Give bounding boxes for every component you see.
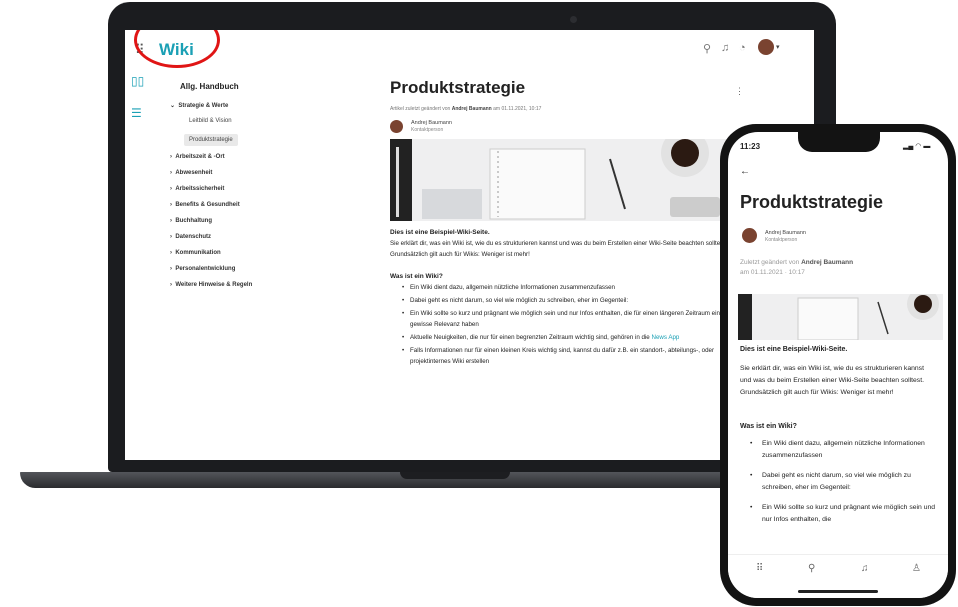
author-avatar — [742, 228, 757, 243]
list-item: Aktuelle Neuigkeiten, die nur für einen … — [402, 332, 732, 343]
sidebar-item[interactable]: › Benefits & Gesundheit — [170, 202, 240, 208]
top-bar: ⠿ Wiki ⚲ ♫ ◔ ▾ — [125, 30, 814, 66]
article-meta: Artikel zuletzt geändert von Andrej Baum… — [390, 106, 542, 112]
status-icons: ▂▄ ◠ ▬ — [903, 143, 931, 150]
sidebar-title: Allg. Handbuch — [180, 82, 239, 91]
status-time: 11:23 — [740, 142, 761, 151]
sidebar-subitem-leitbild[interactable]: Leitbild & Vision — [189, 118, 232, 124]
sidebar-item-strategie[interactable]: ⌄ Strategie & Werte — [170, 102, 228, 109]
sidebar-item-label: Arbeitssicherheit — [175, 186, 225, 192]
sidebar-item[interactable]: › Datenschutz — [170, 234, 211, 240]
hero-image — [390, 139, 730, 221]
phone-notch — [798, 132, 880, 152]
phone-meta: Zuletzt geändert von Andrej Baumann am 01… — [740, 259, 854, 276]
list-item: Ein Wiki dient dazu, allgemein nützliche… — [402, 282, 732, 293]
sidebar-item[interactable]: › Arbeitszeit & -Ort — [170, 154, 225, 160]
desk-illustration — [390, 139, 720, 221]
sidebar-item-label: Abwesenheit — [175, 170, 213, 176]
sidebar-item-label: Weitere Hinweise & Regeln — [175, 282, 253, 288]
sidebar-item[interactable]: › Kommunikation — [170, 250, 221, 256]
marketing-scene: ⠿ Wiki ⚲ ♫ ◔ ▾ ▯▯ ☰ Allg. Handbuch ⌄ Str… — [0, 0, 958, 607]
home-grid-icon[interactable]: ⠿ — [756, 563, 763, 574]
sidebar-item-label: Buchhaltung — [175, 218, 213, 224]
author-role: Kontaktperson — [411, 127, 444, 133]
author-name: Andrej Baumann — [765, 229, 806, 236]
desk-illustration — [738, 294, 939, 340]
sidebar-item[interactable]: › Personalentwicklung — [170, 266, 235, 272]
list-item: Dabei geht es nicht darum, so viel wie m… — [740, 470, 936, 494]
list-item: Falls Informationen nur für einen kleine… — [402, 345, 732, 367]
person-icon[interactable]: ♙ — [912, 563, 921, 574]
sidebar-item-label: Datenschutz — [175, 234, 212, 240]
sidebar-item[interactable]: › Buchhaltung — [170, 218, 212, 224]
chevron-down-icon[interactable]: ▾ — [776, 43, 780, 51]
list-item: Dabei geht es nicht darum, so viel wie m… — [402, 295, 732, 306]
phone-article: Dies ist eine Beispiel-Wiki-Seite. Sie e… — [740, 346, 936, 526]
sidebar-item-label: Kommunikation — [175, 250, 221, 256]
sidebar-subitem-produktstrategie[interactable]: Produktstrategie — [184, 134, 238, 146]
bell-icon[interactable]: ♫ — [721, 42, 729, 54]
author-avatar — [390, 119, 403, 133]
phone-screen: 11:23 ▂▄ ◠ ▬ ← Produktstrategie Andrej B… — [728, 132, 948, 598]
intro-heading: Dies ist eine Beispiel-Wiki-Seite. — [740, 346, 848, 353]
sidebar-item-label: Benefits & Gesundheit — [175, 202, 240, 208]
intro-text: Sie erklärt dir, was ein Wiki ist, wie d… — [740, 365, 924, 396]
author-name: Andrej Baumann — [411, 120, 452, 126]
list-item: Ein Wiki sollte so kurz und prägnant wie… — [402, 308, 732, 330]
sidebar-item-label: Arbeitszeit & -Ort — [175, 154, 225, 160]
camera — [570, 16, 577, 23]
book-icon[interactable]: ▯▯ — [131, 74, 144, 88]
phone-contact-person[interactable]: Andrej Baumann Kontaktperson — [742, 228, 806, 243]
sidebar-item-label: Strategie & Werte — [178, 103, 229, 109]
news-app-link[interactable]: News App — [651, 334, 679, 341]
sidebar-item[interactable]: › Arbeitssicherheit — [170, 186, 224, 192]
list-icon[interactable]: ☰ — [131, 106, 142, 120]
page-title: Produktstrategie — [390, 78, 526, 97]
phone-page-title: Produktstrategie — [740, 192, 884, 212]
laptop-screen: ⠿ Wiki ⚲ ♫ ◔ ▾ ▯▯ ☰ Allg. Handbuch ⌄ Str… — [125, 30, 814, 460]
list-item: Ein Wiki sollte so kurz und prägnant wie… — [740, 502, 936, 526]
laptop-notch — [400, 472, 510, 479]
search-icon[interactable]: ⚲ — [703, 42, 711, 55]
chat-icon[interactable]: ◔ — [739, 42, 746, 54]
sidebar-item-label: Personalentwicklung — [175, 266, 236, 272]
back-arrow-icon[interactable]: ← — [740, 166, 750, 177]
list-item: Ein Wiki dient dazu, allgemein nützliche… — [740, 438, 936, 462]
avatar[interactable] — [758, 39, 774, 55]
author-role: Kontaktperson — [765, 236, 798, 243]
search-icon[interactable]: ⚲ — [808, 563, 815, 574]
phone-hero-image — [738, 294, 943, 340]
sidebar-item[interactable]: › Weitere Hinweise & Regeln — [170, 282, 252, 288]
home-indicator — [798, 590, 878, 593]
sidebar-item[interactable]: › Abwesenheit — [170, 170, 212, 176]
bell-icon[interactable]: ♫ — [861, 563, 869, 574]
section-heading: Was ist ein Wiki? — [740, 423, 797, 430]
intro-text: Sie erklärt dir, was ein Wiki ist, wie d… — [390, 240, 727, 258]
